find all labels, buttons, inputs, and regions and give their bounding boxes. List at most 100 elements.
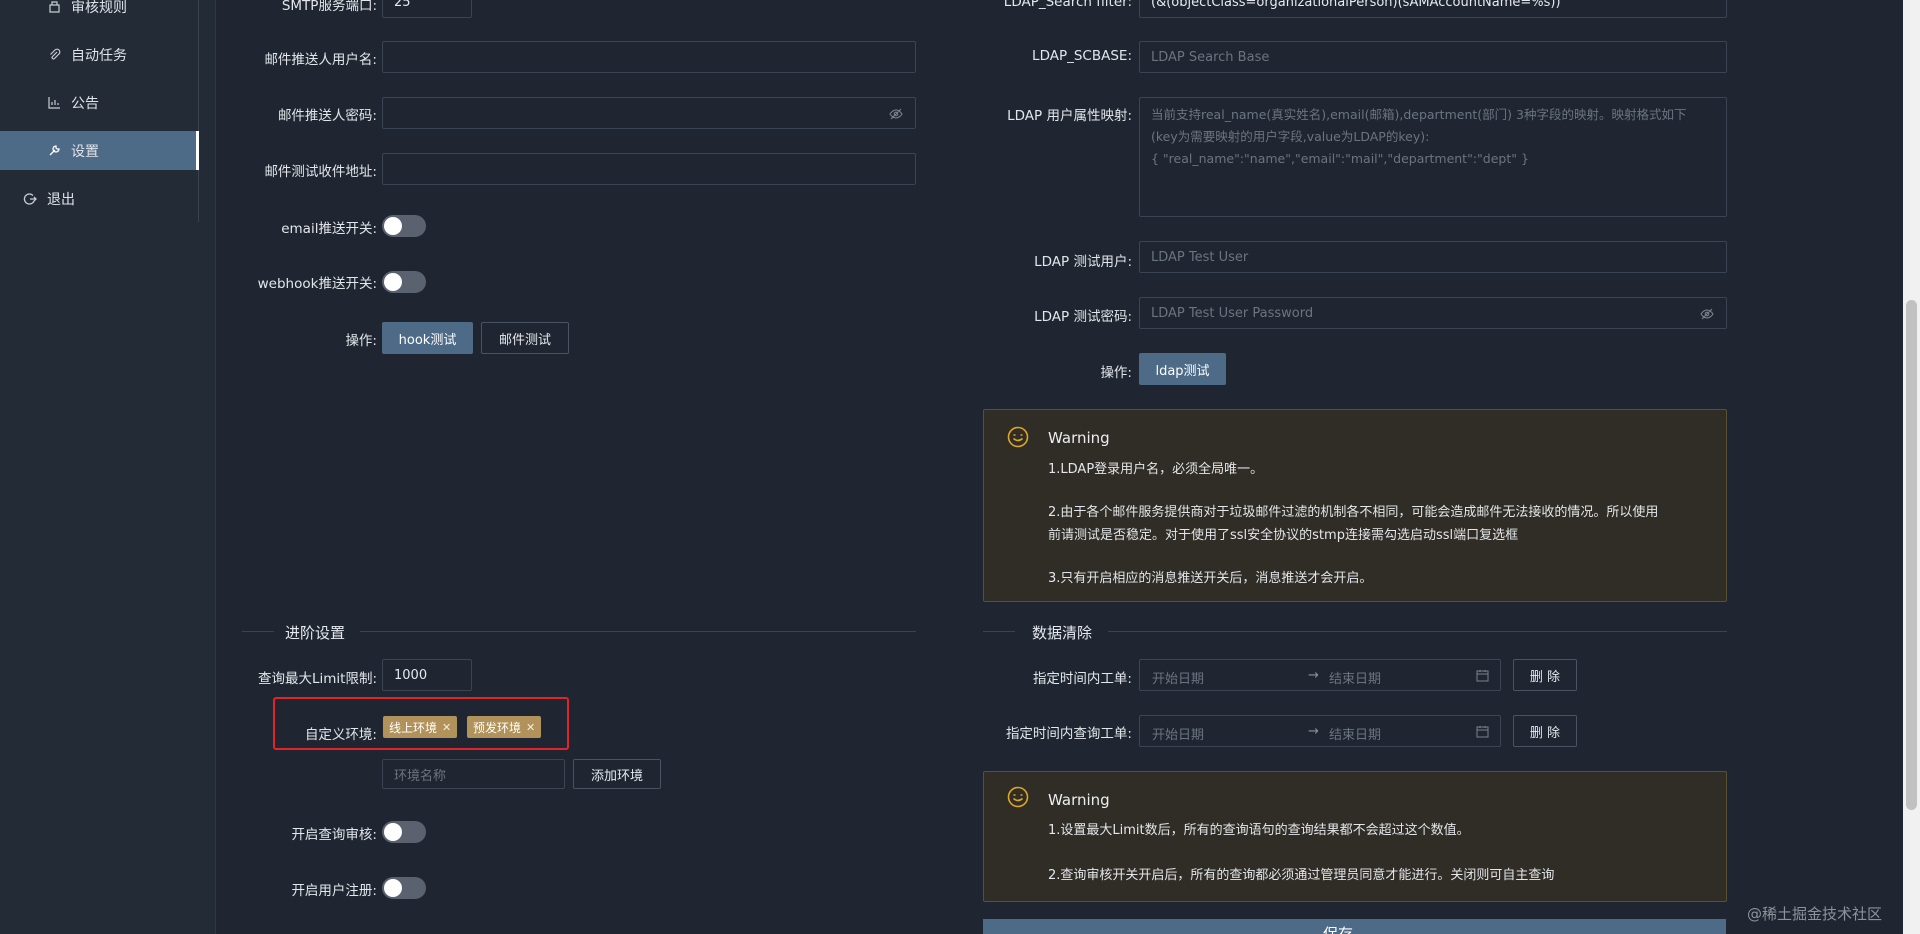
divider xyxy=(983,631,1015,632)
env-tag-label: 线上环境 xyxy=(389,720,438,735)
add-env-button[interactable]: 添加环境 xyxy=(573,759,661,789)
warning-alert-ldap: Warning 1.LDAP登录用户名，必须全局唯一。 2.由于各个邮件服务提供… xyxy=(983,409,1727,602)
paperclip-icon xyxy=(47,48,61,62)
ldap-test-pwd-placeholder: LDAP Test User Password xyxy=(1151,305,1314,321)
ldap-filter-input[interactable]: (&(objectClass=organizationalPerson)(sAM… xyxy=(1139,0,1727,18)
webhook-switch-label: webhook推送开关: xyxy=(257,276,377,292)
sidebar-item-auto-task[interactable]: 自动任务 xyxy=(0,35,199,74)
mail-password-label: 邮件推送人密码: xyxy=(277,108,377,124)
smile-warning-icon xyxy=(1007,786,1029,808)
sidebar-item-label: 自动任务 xyxy=(71,47,127,64)
query-orders-range-label: 指定时间内查询工单: xyxy=(1005,726,1132,742)
sidebar-item-label: 退出 xyxy=(47,191,75,208)
close-icon[interactable]: ✕ xyxy=(526,721,535,734)
left-ops-label: 操作: xyxy=(345,333,377,349)
page-scrollbar[interactable] xyxy=(1903,0,1920,934)
warning-title: Warning xyxy=(1048,429,1110,447)
user-register-label: 开启用户注册: xyxy=(291,883,377,899)
save-button-label: 保存 xyxy=(1323,925,1354,934)
start-date-placeholder: 开始日期 xyxy=(1152,728,1205,743)
warning-line: 1.LDAP登录用户名，必须全局唯一。 xyxy=(1048,462,1264,477)
divider xyxy=(242,631,274,632)
ldap-test-pwd-label: LDAP 测试密码: xyxy=(1034,309,1132,325)
delete-query-orders-button[interactable]: 删 除 xyxy=(1513,715,1577,747)
env-tag: 预发环境 ✕ xyxy=(467,716,542,738)
sidebar: 审核规则 自动任务 公告 设置 退出 xyxy=(0,0,216,934)
watermark: @稀土掘金技术社区 xyxy=(1746,905,1882,923)
limit-input[interactable]: 1000 xyxy=(382,659,472,691)
logout-icon xyxy=(23,192,37,206)
close-icon[interactable]: ✕ xyxy=(442,721,451,734)
ldap-test-button[interactable]: ldap测试 xyxy=(1139,353,1226,385)
ldap-map-label: LDAP 用户属性映射: xyxy=(1007,108,1132,124)
ldap-scbase-input[interactable]: LDAP Search Base xyxy=(1139,41,1727,73)
advanced-settings-title: 进阶设置 xyxy=(285,624,346,642)
warning-line: 前请测试是否稳定。对于使用了ssl安全协议的stmp连接需勾选启动ssl端口复选… xyxy=(1048,528,1519,543)
mail-password-input[interactable] xyxy=(382,97,916,129)
email-push-toggle[interactable] xyxy=(382,215,426,237)
orders-date-range[interactable]: 开始日期 → 结束日期 xyxy=(1139,659,1501,691)
smtp-port-input[interactable]: 25 xyxy=(382,0,472,18)
divider xyxy=(360,631,916,632)
calendar-icon xyxy=(1476,670,1489,682)
sidebar-item-audit-rules[interactable]: 审核规则 xyxy=(0,0,199,26)
sidebar-item-logout[interactable]: 退出 xyxy=(0,179,199,218)
env-label: 自定义环境: xyxy=(304,727,377,743)
query-audit-label: 开启查询审核: xyxy=(291,827,377,843)
sidebar-item-label: 设置 xyxy=(71,143,99,160)
ldap-scbase-placeholder: LDAP Search Base xyxy=(1151,49,1270,65)
divider xyxy=(1108,631,1727,632)
env-name-placeholder: 环境名称 xyxy=(394,768,447,784)
mail-test-input[interactable] xyxy=(382,153,916,185)
sidebar-item-label: 审核规则 xyxy=(71,0,127,16)
mail-user-input[interactable] xyxy=(382,41,916,73)
mail-test-label: 邮件测试收件地址: xyxy=(264,164,377,180)
delete-orders-button[interactable]: 删 除 xyxy=(1513,659,1577,691)
query-orders-date-range[interactable]: 开始日期 → 结束日期 xyxy=(1139,715,1501,747)
user-register-toggle[interactable] xyxy=(382,877,426,899)
warning-line: 2.由于各个邮件服务提供商对于垃圾邮件过滤的机制各不相同，可能会造成邮件无法接收… xyxy=(1048,505,1659,520)
ldap-test-user-placeholder: LDAP Test User xyxy=(1151,249,1249,265)
sidebar-item-label: 公告 xyxy=(71,95,99,112)
scrollbar-thumb[interactable] xyxy=(1906,300,1917,810)
mail-test-button[interactable]: 邮件测试 xyxy=(481,322,569,354)
eye-off-icon[interactable] xyxy=(1700,307,1714,321)
range-arrow: → xyxy=(1308,724,1319,739)
ldap-map-textarea[interactable]: 当前支持real_name(真实姓名),email(邮箱),department… xyxy=(1139,97,1727,217)
right-ops-label: 操作: xyxy=(1100,365,1132,381)
ldap-scbase-label: LDAP_SCBASE: xyxy=(1032,48,1132,64)
smtp-port-value: 25 xyxy=(394,0,411,10)
ldap-filter-value: (&(objectClass=organizationalPerson)(sAM… xyxy=(1151,0,1561,10)
orders-range-label: 指定时间内工单: xyxy=(1032,671,1132,687)
ldap-map-placeholder-line: (key为需要映射的用户字段,value为LDAP的key): xyxy=(1151,129,1430,144)
warning-title: Warning xyxy=(1048,791,1110,809)
query-audit-toggle[interactable] xyxy=(382,821,426,843)
audit-rule-icon xyxy=(47,0,61,14)
warning-line: 2.查询审核开关开启后，所有的查询都必须通过管理员同意才能进行。关闭则可自主查询 xyxy=(1048,868,1555,883)
limit-label: 查询最大Limit限制: xyxy=(257,671,377,687)
warning-alert-limit: Warning 1.设置最大Limit数后，所有的查询语句的查询结果都不会超过这… xyxy=(983,771,1727,902)
chart-icon xyxy=(47,96,61,110)
start-date-placeholder: 开始日期 xyxy=(1152,672,1205,687)
sidebar-item-settings[interactable]: 设置 xyxy=(0,131,199,170)
end-date-placeholder: 结束日期 xyxy=(1329,672,1382,687)
sidebar-menu: 审核规则 自动任务 公告 设置 退出 xyxy=(0,0,199,222)
save-button[interactable]: 保存 xyxy=(983,919,1726,934)
hook-test-button[interactable]: hook测试 xyxy=(382,322,473,354)
end-date-placeholder: 结束日期 xyxy=(1329,728,1382,743)
ldap-test-pwd-input[interactable]: LDAP Test User Password xyxy=(1139,297,1727,329)
email-switch-label: email推送开关: xyxy=(281,221,377,237)
sidebar-item-announcement[interactable]: 公告 xyxy=(0,83,199,122)
calendar-icon xyxy=(1476,726,1489,738)
limit-value: 1000 xyxy=(394,667,428,683)
smtp-port-label: SMTP服务端口: xyxy=(281,0,377,14)
ldap-test-user-input[interactable]: LDAP Test User xyxy=(1139,241,1727,273)
ldap-map-placeholder-line: { "real_name":"name","email":"mail","dep… xyxy=(1151,151,1529,166)
eye-off-icon[interactable] xyxy=(889,107,903,121)
env-name-input[interactable]: 环境名称 xyxy=(382,759,565,789)
ldap-filter-label: LDAP_Search filter: xyxy=(1003,0,1132,10)
webhook-push-toggle[interactable] xyxy=(382,271,426,293)
smile-warning-icon xyxy=(1007,426,1029,448)
warning-line: 3.只有开启相应的消息推送开关后，消息推送才会开启。 xyxy=(1048,571,1373,586)
ldap-test-user-label: LDAP 测试用户: xyxy=(1034,254,1132,270)
